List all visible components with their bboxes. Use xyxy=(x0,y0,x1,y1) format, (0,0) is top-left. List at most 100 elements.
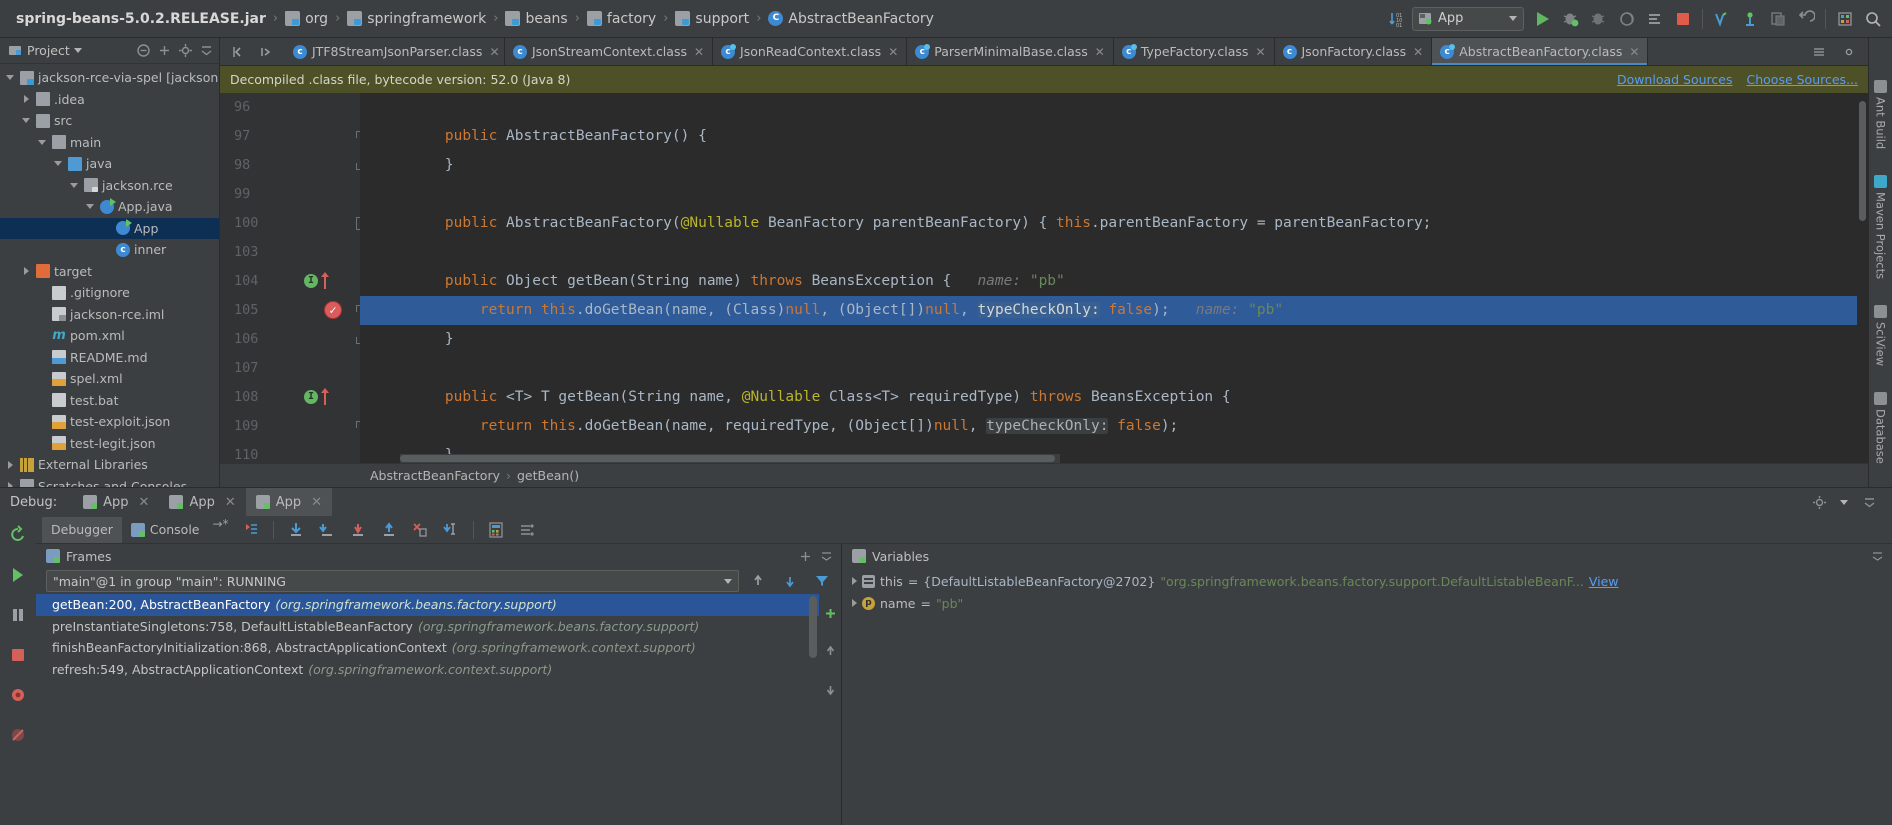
tree-node-test-legit-json[interactable]: test-legit.json xyxy=(0,433,219,455)
overriding-method-icon[interactable] xyxy=(320,388,330,406)
frames-down-icon[interactable] xyxy=(777,568,803,594)
tree-node-java[interactable]: java xyxy=(0,153,219,175)
tree-node-test-bat[interactable]: test.bat xyxy=(0,390,219,412)
breadcrumb-method[interactable]: getBean() xyxy=(517,468,579,483)
close-icon[interactable]: ✕ xyxy=(225,495,236,510)
variable-row[interactable]: this = {DefaultListableBeanFactory@2702}… xyxy=(842,570,1892,592)
tree-node-jackson-rce-via-spel-jackson[interactable]: jackson-rce-via-spel [jackson xyxy=(0,67,219,89)
close-icon[interactable]: ✕ xyxy=(1255,45,1265,59)
tab-scroll-left-icon[interactable] xyxy=(225,39,251,65)
breadcrumb-item-support[interactable]: support xyxy=(669,11,755,27)
stop-icon[interactable] xyxy=(5,642,31,668)
editor-tab-jsonreadcontext[interactable]: JsonReadContext.class ✕ xyxy=(713,38,908,65)
tree-node-pom-xml[interactable]: m pom.xml xyxy=(0,325,219,347)
code-line[interactable]: } xyxy=(360,325,1868,354)
editor-horizontal-scrollbar[interactable] xyxy=(400,454,1060,463)
revert-icon[interactable] xyxy=(1793,6,1819,32)
resume-program-icon[interactable] xyxy=(5,562,31,588)
tree-node-inner[interactable]: inner xyxy=(0,239,219,261)
tree-node-app-java[interactable]: App.java xyxy=(0,196,219,218)
rail-item-maven-projects[interactable]: Maven Projects xyxy=(1874,175,1888,279)
code-line[interactable]: public Object getBean(String name) throw… xyxy=(360,267,1868,296)
run-with-coverage-button[interactable] xyxy=(1586,6,1612,32)
gear-icon[interactable] xyxy=(177,42,194,59)
breadcrumb-item-abstractbeanfactory[interactable]: C AbstractBeanFactory xyxy=(762,11,940,27)
tree-expander[interactable] xyxy=(36,139,48,145)
thread-selector[interactable]: "main"@1 in group "main": RUNNING xyxy=(46,570,739,592)
pin-tab-icon[interactable]: →* xyxy=(213,517,229,543)
chevron-down-icon[interactable] xyxy=(1840,499,1848,505)
move-down-icon[interactable] xyxy=(817,676,843,702)
move-up-icon[interactable] xyxy=(817,638,843,664)
tree-node-main[interactable]: main xyxy=(0,132,219,154)
editor-tab-abstractbeanfactory[interactable]: AbstractBeanFactory.class ✕ xyxy=(1432,38,1649,65)
close-icon[interactable]: ✕ xyxy=(1095,45,1105,59)
tree-expander[interactable] xyxy=(52,161,64,167)
layout-settings-icon[interactable] xyxy=(514,517,540,543)
chevron-right-icon[interactable] xyxy=(852,599,857,607)
mute-breakpoints-icon[interactable] xyxy=(238,517,264,543)
code-line[interactable]: public AbstractBeanFactory(@Nullable Bea… xyxy=(360,209,1868,238)
breadcrumb-item-spring-beans-5-0-2-release-jar[interactable]: spring-beans-5.0.2.RELEASE.jar xyxy=(10,11,272,27)
debug-button[interactable] xyxy=(1558,6,1584,32)
hide-icon[interactable] xyxy=(198,42,215,59)
tree-expander[interactable] xyxy=(20,267,32,276)
editor-tab-jsonfactory[interactable]: JsonFactory.class ✕ xyxy=(1274,38,1433,65)
tree-node-spel-xml[interactable]: spel.xml xyxy=(0,368,219,390)
debug-subtab-console[interactable]: Console xyxy=(122,517,209,543)
rail-item-sciview[interactable]: SciView xyxy=(1874,305,1888,366)
download-sources-link[interactable]: Download Sources xyxy=(1617,72,1733,87)
rerun-icon[interactable] xyxy=(5,522,31,548)
frames-filter-icon[interactable] xyxy=(809,568,835,594)
editor-tab-typefactory[interactable]: TypeFactory.class ✕ xyxy=(1113,38,1275,65)
rail-item-database[interactable]: Database xyxy=(1874,392,1888,464)
drop-frame-icon[interactable] xyxy=(407,517,433,543)
rail-item-ant-build[interactable]: Ant Build xyxy=(1874,80,1888,149)
project-tree[interactable]: jackson-rce-via-spel [jackson .idea src mai… xyxy=(0,64,219,487)
code-line[interactable] xyxy=(360,180,1868,209)
profile-button[interactable] xyxy=(1614,6,1640,32)
code-line[interactable]: } xyxy=(360,151,1868,180)
tree-node-src[interactable]: src xyxy=(0,110,219,132)
hide-debug-panel-icon[interactable] xyxy=(1856,489,1882,515)
pause-program-icon[interactable] xyxy=(5,602,31,628)
evaluate-expression-icon[interactable] xyxy=(483,517,509,543)
tree-node-app[interactable]: App xyxy=(0,217,219,239)
tree-node-gitignore[interactable]: .gitignore xyxy=(0,282,219,304)
scrollbar-thumb[interactable] xyxy=(400,455,1055,462)
frame-row[interactable]: getBean:200, AbstractBeanFactory (org.spr… xyxy=(36,594,819,616)
breadcrumb-item-beans[interactable]: beans xyxy=(499,11,573,27)
variable-row[interactable]: p name = "pb" xyxy=(842,592,1892,614)
chevron-down-icon[interactable] xyxy=(73,48,82,53)
overriding-method-icon[interactable] xyxy=(320,272,330,290)
compare-with-branch-icon[interactable] xyxy=(1765,6,1791,32)
tree-node-external-libraries[interactable]: External Libraries xyxy=(0,454,219,476)
debug-settings-icon[interactable] xyxy=(1806,489,1832,515)
code-line[interactable] xyxy=(360,238,1868,267)
show-execution-point-icon[interactable] xyxy=(283,517,309,543)
choose-sources-link[interactable]: Choose Sources... xyxy=(1747,72,1859,87)
tree-node-test-exploit-json[interactable]: test-exploit.json xyxy=(0,411,219,433)
attach-profiler-icon[interactable] xyxy=(1642,6,1668,32)
code-line[interactable] xyxy=(360,93,1868,122)
close-icon[interactable]: ✕ xyxy=(139,495,150,510)
search-icon[interactable] xyxy=(1860,6,1886,32)
tree-expander[interactable] xyxy=(68,182,80,188)
stop-button[interactable] xyxy=(1670,6,1696,32)
tree-node-jackson-rce-iml[interactable]: jackson-rce.iml xyxy=(0,304,219,326)
close-icon[interactable]: ✕ xyxy=(888,45,898,59)
hide-icon[interactable] xyxy=(1871,550,1884,563)
breadcrumb-item-springframework[interactable]: springframework xyxy=(341,11,492,27)
chevron-right-icon[interactable] xyxy=(852,577,857,585)
update-project-icon[interactable] xyxy=(1737,6,1763,32)
scrollbar-thumb[interactable] xyxy=(1859,101,1866,221)
debug-subtab-debugger[interactable]: Debugger xyxy=(42,516,122,543)
tree-node-target[interactable]: target xyxy=(0,261,219,283)
tab-overflow-icon[interactable] xyxy=(1806,39,1832,65)
debug-session-tab-1[interactable]: App ✕ xyxy=(73,488,159,516)
frame-row[interactable]: finishBeanFactoryInitialization:868, Abs… xyxy=(36,637,819,659)
close-icon[interactable]: ✕ xyxy=(694,45,704,59)
frames-list[interactable]: getBean:200, AbstractBeanFactory (org.spr… xyxy=(36,594,819,825)
tree-node-readme-md[interactable]: README.md xyxy=(0,347,219,369)
code-line[interactable]: public AbstractBeanFactory() { xyxy=(360,122,1868,151)
